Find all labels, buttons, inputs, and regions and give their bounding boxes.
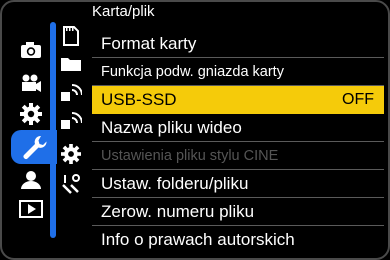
subtab-folder[interactable]	[54, 52, 88, 76]
tab-video[interactable]	[11, 66, 51, 100]
tab-custom[interactable]	[11, 97, 51, 131]
playback-icon	[19, 200, 43, 218]
menu-item-usb-ssd[interactable]: USB-SSD OFF	[92, 86, 384, 114]
menu-item-format-card[interactable]: Format karty	[92, 30, 384, 58]
folder-icon	[60, 56, 82, 72]
person-icon	[20, 170, 42, 190]
camera-icon	[20, 41, 42, 59]
menu-item-file-number-reset[interactable]: Zerow. numeru pliku	[92, 198, 384, 226]
video-camera-icon	[20, 73, 42, 93]
subtab-card-file[interactable]	[54, 24, 88, 48]
camera-menu-screen: Karta/plik Format karty Funkcja podw. gn…	[0, 0, 390, 260]
tools-icon	[61, 173, 81, 195]
subtab-settings[interactable]	[54, 142, 88, 166]
menu-item-label: Ustawienia pliku stylu CINE	[101, 147, 279, 164]
menu-item-value: OFF	[342, 90, 374, 108]
page-title: Karta/plik	[92, 3, 155, 20]
tab-photo[interactable]	[11, 33, 51, 67]
menu-item-label: Ustaw. folderu/pliku	[101, 173, 249, 193]
main-category-tabs	[7, 0, 57, 260]
menu-item-label: Format karty	[101, 33, 197, 53]
subtab-wireless-1[interactable]	[54, 80, 88, 104]
tab-playback[interactable]	[11, 192, 51, 226]
subtab-tools[interactable]	[54, 172, 88, 196]
menu-item-label: Nazwa pliku wideo	[101, 117, 242, 137]
menu-item-double-slot[interactable]: Funkcja podw. gniazda karty	[92, 58, 384, 86]
menu-item-cine-file-settings: Ustawienia pliku stylu CINE	[92, 142, 384, 170]
menu-item-video-file-name[interactable]: Nazwa pliku wideo	[92, 114, 384, 142]
menu-item-label: USB-SSD	[101, 89, 177, 109]
menu-item-label: Funkcja podw. gniazda karty	[101, 63, 284, 80]
gear-icon	[20, 103, 42, 125]
subtab-wireless-2[interactable]	[54, 108, 88, 132]
menu-list: Format karty Funkcja podw. gniazda karty…	[92, 30, 384, 254]
menu-item-copyright-info[interactable]: Info o prawach autorskich	[92, 226, 384, 254]
wireless-2-icon	[60, 110, 82, 130]
menu-item-label: Zerow. numeru pliku	[101, 201, 255, 221]
wrench-icon	[21, 134, 47, 160]
wireless-1-icon	[60, 82, 82, 102]
sub-category-tabs	[50, 22, 88, 238]
menu-item-label: Info o prawach autorskich	[101, 230, 295, 249]
menu-item-folder-file-settings[interactable]: Ustaw. folderu/pliku	[92, 170, 384, 198]
gear-icon	[61, 144, 81, 164]
sd-card-icon	[62, 25, 80, 47]
